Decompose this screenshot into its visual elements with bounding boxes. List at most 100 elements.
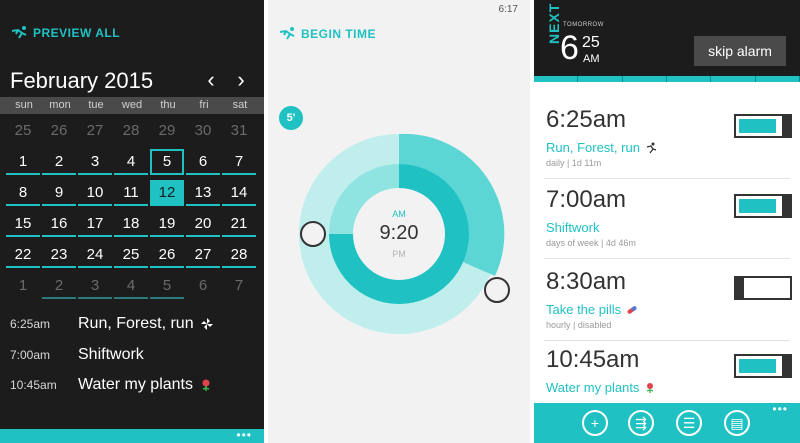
weekday-label: fri — [199, 99, 209, 111]
calendar-day[interactable]: 21 — [222, 211, 256, 237]
divider — [544, 340, 790, 341]
alarm-toggle[interactable] — [734, 194, 792, 218]
calendar-day[interactable]: 6 — [186, 149, 220, 175]
calendar-day[interactable]: 31 — [222, 118, 256, 144]
alarm-item[interactable]: 8:30am Take the pills hourly | disabled — [534, 268, 800, 346]
weekday-label: thu — [160, 99, 176, 111]
flower-icon — [202, 379, 210, 391]
preview-all-header[interactable]: PREVIEW ALL — [10, 25, 120, 41]
calendar-day[interactable]: 20 — [186, 211, 220, 237]
calendar-day[interactable]: 8 — [6, 180, 40, 206]
minute-handle[interactable] — [484, 277, 510, 303]
calendar-day[interactable]: 25 — [114, 242, 148, 268]
calendar-day[interactable]: 14 — [222, 180, 256, 206]
next-alarm-ampm: AM — [583, 53, 600, 65]
calendar-day[interactable]: 9 — [42, 180, 76, 206]
calendar-day[interactable]: 23 — [42, 242, 76, 268]
chevron-left-icon[interactable]: ‹ — [201, 69, 221, 92]
more-icon[interactable]: ••• — [236, 429, 252, 441]
alarm-time: 10:45am — [546, 346, 640, 373]
calendar-day[interactable]: 26 — [42, 118, 76, 144]
alarm-item[interactable]: 7:00am Shiftwork days of week | 4d 46m — [534, 186, 800, 264]
event-item[interactable]: 6:25am Run, Forest, run — [10, 315, 214, 333]
alarm-meta: hourly | disabled — [546, 320, 612, 330]
alarm-item[interactable]: 6:25am Run, Forest, run daily | 1d 11m — [534, 106, 800, 184]
calendar-day[interactable]: 2 — [42, 149, 76, 175]
calendar-day[interactable]: 3 — [78, 273, 112, 299]
calendar-day[interactable]: 7 — [222, 273, 256, 299]
calendar-day[interactable]: 28 — [222, 242, 256, 268]
calendar-list-icon[interactable]: ▤ — [724, 410, 750, 436]
tomorrow-label: TOMORROW — [563, 22, 604, 28]
calendar-day[interactable]: 18 — [114, 211, 148, 237]
more-icon[interactable]: ••• — [772, 403, 788, 415]
calendar-day[interactable]: 24 — [78, 242, 112, 268]
calendar-day[interactable]: 29 — [150, 118, 184, 144]
next-alarm-header: NEXT TOMORROW 6 25 AM skip alarm — [534, 0, 800, 76]
calendar-day[interactable]: 6 — [186, 273, 220, 299]
event-item[interactable]: 7:00am Shiftwork — [10, 346, 144, 364]
calendar-day[interactable]: 17 — [78, 211, 112, 237]
event-name: Shiftwork — [78, 346, 144, 363]
runner-icon — [646, 142, 657, 153]
event-time: 7:00am — [10, 348, 51, 362]
calendar-day[interactable]: 4 — [114, 273, 148, 299]
alarm-toggle[interactable] — [734, 276, 792, 300]
calendar-day[interactable]: 2 — [42, 273, 76, 299]
calendar-day[interactable]: 11 — [114, 180, 148, 206]
event-time: 10:45am — [10, 378, 57, 392]
event-item[interactable]: 10:45am Water my plants — [10, 376, 213, 394]
calendar-day[interactable]: 13 — [186, 180, 220, 206]
alarm-toggle[interactable] — [734, 114, 792, 138]
event-time: 6:25am — [10, 317, 51, 331]
flower-icon — [647, 382, 654, 393]
alarms-panel: NEXT TOMORROW 6 25 AM skip alarm 6:25am … — [534, 0, 800, 443]
am-label[interactable]: AM — [268, 209, 530, 219]
windmill-icon — [200, 318, 213, 330]
pill-icon — [627, 305, 637, 314]
app-bar[interactable]: ••• — [0, 429, 264, 443]
alarm-meta: daily | 1d 11m — [546, 158, 602, 168]
alarm-name: Shiftwork — [546, 220, 600, 235]
weekday-label: tue — [88, 99, 104, 111]
event-name: Run, Forest, run — [78, 315, 194, 332]
alarm-name-row: Run, Forest, run — [546, 140, 657, 155]
list-icon[interactable]: ☰ — [676, 410, 702, 436]
divider — [544, 178, 790, 179]
alarm-time: 8:30am — [546, 268, 627, 295]
calendar-day[interactable]: 30 — [186, 118, 220, 144]
calendar-day[interactable]: 3 — [78, 149, 112, 175]
calendar-day[interactable]: 10 — [78, 180, 112, 206]
weekday-label: sun — [15, 99, 33, 111]
app-bar: + ⇶ ☰ ▤ ••• — [534, 403, 800, 443]
month-title: February 2015 — [10, 68, 154, 93]
skip-alarm-button[interactable]: skip alarm — [694, 36, 786, 66]
alarm-toggle[interactable] — [734, 354, 792, 378]
calendar-day[interactable]: 7 — [222, 149, 256, 175]
calendar-day[interactable]: 27 — [78, 118, 112, 144]
calendar-day[interactable]: 16 — [42, 211, 76, 237]
event-name: Water my plants — [78, 376, 193, 393]
add-icon[interactable]: + — [582, 410, 608, 436]
pm-label[interactable]: PM — [268, 249, 530, 259]
weekday-row: sun mon tue wed thu fri sat — [0, 97, 264, 114]
alarm-meta: days of week | 4d 46m — [546, 238, 636, 248]
calendar-day[interactable]: 12 — [150, 180, 184, 206]
calendar-day[interactable]: 19 — [150, 211, 184, 237]
calendar-day[interactable]: 5 — [150, 149, 184, 175]
calendar-day[interactable]: 15 — [6, 211, 40, 237]
runner-icon — [11, 26, 27, 39]
time-picker-panel: 6:17 BEGIN TIME 5' AM 9:20 PM — [268, 0, 530, 443]
calendar-day[interactable]: 4 — [114, 149, 148, 175]
calendar-day[interactable]: 26 — [150, 242, 184, 268]
calendar-day[interactable]: 22 — [6, 242, 40, 268]
add-event-icon[interactable]: ⇶ — [628, 410, 654, 436]
preview-all-label: PREVIEW ALL — [33, 26, 121, 40]
calendar-day[interactable]: 5 — [150, 273, 184, 299]
calendar-day[interactable]: 27 — [186, 242, 220, 268]
calendar-day[interactable]: 25 — [6, 118, 40, 144]
calendar-day[interactable]: 1 — [6, 273, 40, 299]
chevron-right-icon[interactable]: › — [231, 69, 251, 92]
calendar-day[interactable]: 28 — [114, 118, 148, 144]
calendar-day[interactable]: 1 — [6, 149, 40, 175]
